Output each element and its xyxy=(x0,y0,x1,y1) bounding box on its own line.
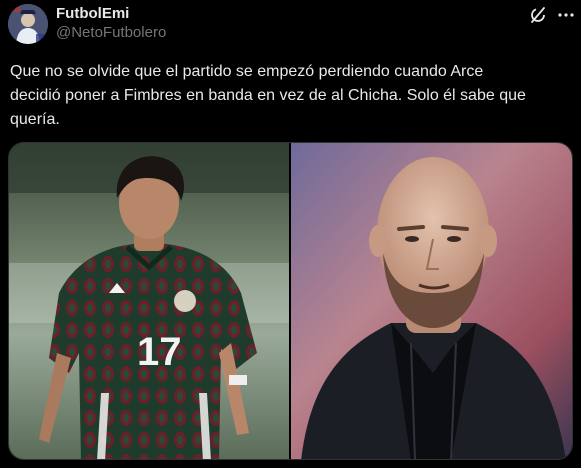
author-block: FutbolEmi @NetoFutbolero xyxy=(56,5,166,43)
avatar[interactable] xyxy=(8,4,48,44)
tweet-media[interactable]: 17 xyxy=(8,142,573,460)
grok-icon[interactable] xyxy=(528,5,548,25)
svg-text:17: 17 xyxy=(137,330,182,374)
media-photo-left[interactable]: 17 xyxy=(9,143,289,459)
user-handle[interactable]: @NetoFutbolero xyxy=(56,23,166,43)
avatar-image xyxy=(8,4,48,44)
tweet-post: FutbolEmi @NetoFutbolero Que no se olvid… xyxy=(0,0,581,468)
tweet-text: Que no se olvide que el partido se empez… xyxy=(10,63,526,128)
coach-portrait-photo xyxy=(291,143,572,459)
media-photo-right[interactable] xyxy=(291,143,572,459)
more-icon[interactable] xyxy=(556,5,576,25)
soccer-player-photo: 17 xyxy=(9,143,289,459)
display-name[interactable]: FutbolEmi xyxy=(56,5,166,23)
